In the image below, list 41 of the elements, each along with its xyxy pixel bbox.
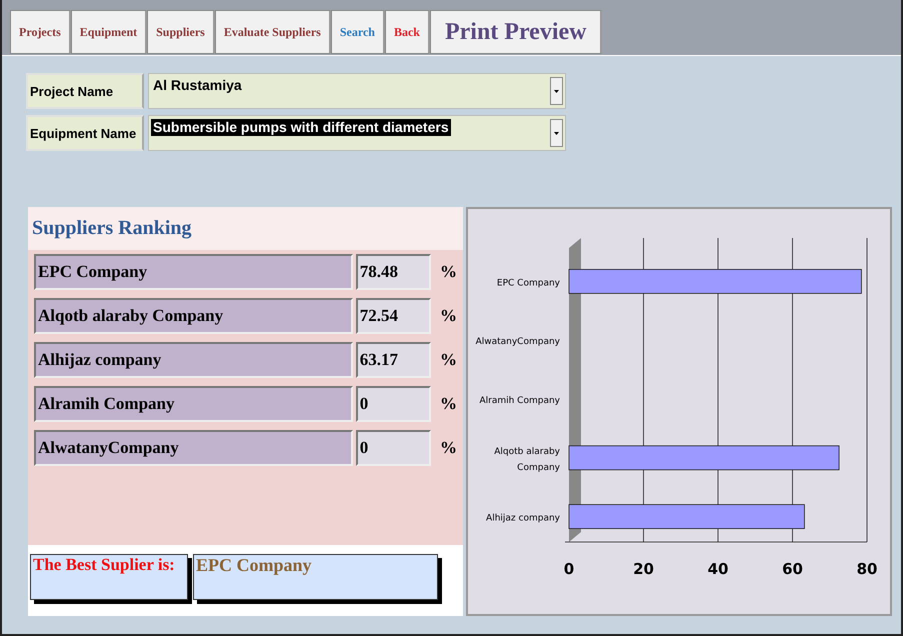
- nav-button[interactable]: Projects: [10, 10, 71, 54]
- axis-tick-label: 0: [564, 560, 574, 578]
- supplier-score: 0: [356, 430, 431, 466]
- category-label: Alqotb alaraby Company: [494, 446, 560, 473]
- percent-sign: %: [439, 394, 457, 414]
- nav-button[interactable]: Equipment: [70, 10, 148, 54]
- axis-tick-label: 80: [856, 560, 878, 578]
- field-label: Equipment Name: [26, 115, 144, 151]
- supplier-score: 72.54: [356, 298, 431, 334]
- combo-box[interactable]: Al Rustamiya: [148, 73, 566, 109]
- nav-button[interactable]: Back: [384, 10, 430, 54]
- print-preview-button[interactable]: Print Preview: [430, 10, 602, 54]
- dropdown-icon[interactable]: [550, 119, 563, 147]
- field-label: Project Name: [26, 73, 144, 109]
- ranking-title: Suppliers Ranking: [32, 217, 192, 240]
- nav-button[interactable]: Search: [330, 10, 385, 54]
- axis-tick-label: 20: [633, 560, 654, 578]
- percent-sign: %: [439, 306, 457, 326]
- axis-tick-label: 40: [708, 560, 728, 578]
- category-label: Alhijaz company: [486, 514, 560, 524]
- percent-sign: %: [439, 438, 457, 458]
- combo-box[interactable]: Submersible pumps with different diameters: [148, 115, 566, 151]
- supplier-name: EPC Company: [34, 254, 353, 290]
- supplier-name: Alhijaz company: [34, 342, 353, 378]
- supplier-name: AlwatanyCompany: [34, 430, 353, 466]
- supplier-score: 0: [356, 386, 431, 422]
- supplier-score: 63.17: [356, 342, 431, 378]
- nav-button[interactable]: Evaluate Suppliers: [214, 10, 331, 54]
- percent-sign: %: [439, 350, 457, 370]
- category-label: EPC Company: [496, 278, 560, 288]
- percent-sign: %: [439, 262, 457, 282]
- dropdown-icon[interactable]: [550, 77, 563, 105]
- nav-button[interactable]: Suppliers: [147, 10, 215, 54]
- supplier-name: Alqotb alaraby Company: [34, 298, 353, 334]
- category-label: Alramih Company: [479, 396, 560, 406]
- combo-value: Al Rustamiya: [152, 77, 243, 94]
- supplier-score: 78.48: [356, 254, 431, 290]
- combo-value: Submersible pumps with different diameters: [151, 119, 451, 136]
- supplier-name: Alramih Company: [34, 386, 353, 422]
- category-label: AlwatanyCompany: [476, 337, 560, 348]
- axis-tick-label: 60: [782, 560, 803, 578]
